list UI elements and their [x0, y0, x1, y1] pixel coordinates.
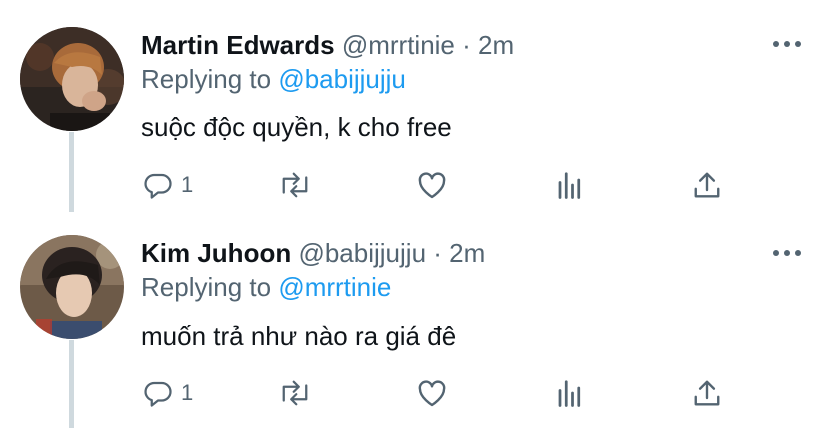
analytics-icon: [558, 380, 581, 407]
tweet-text: muốn trả như nào ra giá đê: [141, 321, 457, 351]
author-handle[interactable]: @babijjujju: [298, 238, 426, 268]
retweet-icon: [282, 380, 308, 406]
author-name[interactable]: Martin Edwards: [141, 30, 335, 60]
avatar[interactable]: [20, 235, 124, 339]
action-bar: 1: [0, 167, 828, 203]
like-button[interactable]: [416, 167, 448, 203]
timestamp[interactable]: 2m: [449, 238, 485, 268]
tweet-header: Kim Juhoon @babijjujju · 2m: [141, 235, 485, 271]
retweet-icon: [282, 172, 308, 198]
action-bar: 1: [0, 375, 828, 411]
share-button[interactable]: [692, 375, 722, 411]
reply-button[interactable]: 1: [143, 375, 193, 411]
author-name[interactable]: Kim Juhoon: [141, 238, 291, 268]
more-icon[interactable]: [772, 247, 802, 259]
reply-icon: [144, 173, 172, 199]
replying-to: Replying to @mrrtinie: [141, 269, 391, 305]
replying-prefix: Replying to: [141, 64, 272, 94]
tweet[interactable]: Martin Edwards @mrrtinie · 2m Replying t…: [0, 0, 828, 212]
analytics-button[interactable]: [556, 375, 584, 411]
reply-count: 1: [181, 172, 194, 197]
like-button[interactable]: [416, 375, 448, 411]
avatar[interactable]: [20, 27, 124, 131]
reply-icon: [144, 381, 172, 407]
tweet-text: suộc độc quyền, k cho free: [141, 112, 452, 142]
retweet-button[interactable]: [277, 167, 313, 203]
author-handle[interactable]: @mrrtinie: [342, 30, 455, 60]
like-icon: [418, 172, 446, 199]
like-icon: [418, 380, 446, 407]
mention-link[interactable]: @babijjujju: [278, 64, 406, 94]
replying-to: Replying to @babijjujju: [141, 61, 406, 97]
tweet-header: Martin Edwards @mrrtinie · 2m: [141, 27, 514, 63]
share-icon: [694, 380, 720, 406]
tweet[interactable]: Kim Juhoon @babijjujju · 2m Replying to …: [0, 212, 828, 428]
analytics-button[interactable]: [556, 167, 584, 203]
separator: ·: [462, 30, 471, 60]
share-button[interactable]: [692, 167, 722, 203]
timestamp[interactable]: 2m: [478, 30, 514, 60]
replying-prefix: Replying to: [141, 272, 272, 302]
reply-button[interactable]: 1: [143, 167, 193, 203]
reply-count: 1: [181, 380, 194, 405]
analytics-icon: [558, 172, 581, 199]
separator: ·: [433, 238, 442, 268]
more-icon[interactable]: [772, 38, 802, 50]
share-icon: [694, 172, 720, 198]
retweet-button[interactable]: [277, 375, 313, 411]
mention-link[interactable]: @mrrtinie: [278, 272, 391, 302]
